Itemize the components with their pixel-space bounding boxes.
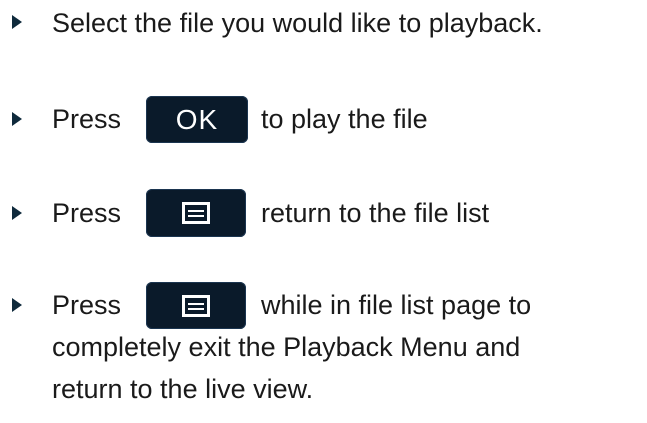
step-action-text: return to the file list xyxy=(261,198,490,228)
step-action-text-line3: return to the live view. xyxy=(52,374,314,404)
step-text: Select the file you would like to playba… xyxy=(52,8,543,38)
bullet-arrow-icon xyxy=(12,298,22,312)
bullet-arrow-icon xyxy=(12,206,22,220)
bullet-arrow-icon xyxy=(12,15,22,29)
step-action-text: to play the file xyxy=(261,104,428,134)
ok-key-label: OK xyxy=(175,103,219,135)
press-label: Press xyxy=(52,198,122,228)
ok-key-button: OK xyxy=(146,96,248,143)
press-label: Press xyxy=(52,104,122,134)
bullet-arrow-icon xyxy=(12,112,22,126)
step-action-text-line2: completely exit the Playback Menu and xyxy=(52,332,521,362)
press-label: Press xyxy=(52,290,122,320)
menu-icon xyxy=(182,294,210,317)
menu-key-button xyxy=(146,282,246,329)
menu-icon xyxy=(182,202,210,224)
menu-key-button xyxy=(146,189,246,237)
step-action-text: while in file list page to xyxy=(261,290,532,320)
